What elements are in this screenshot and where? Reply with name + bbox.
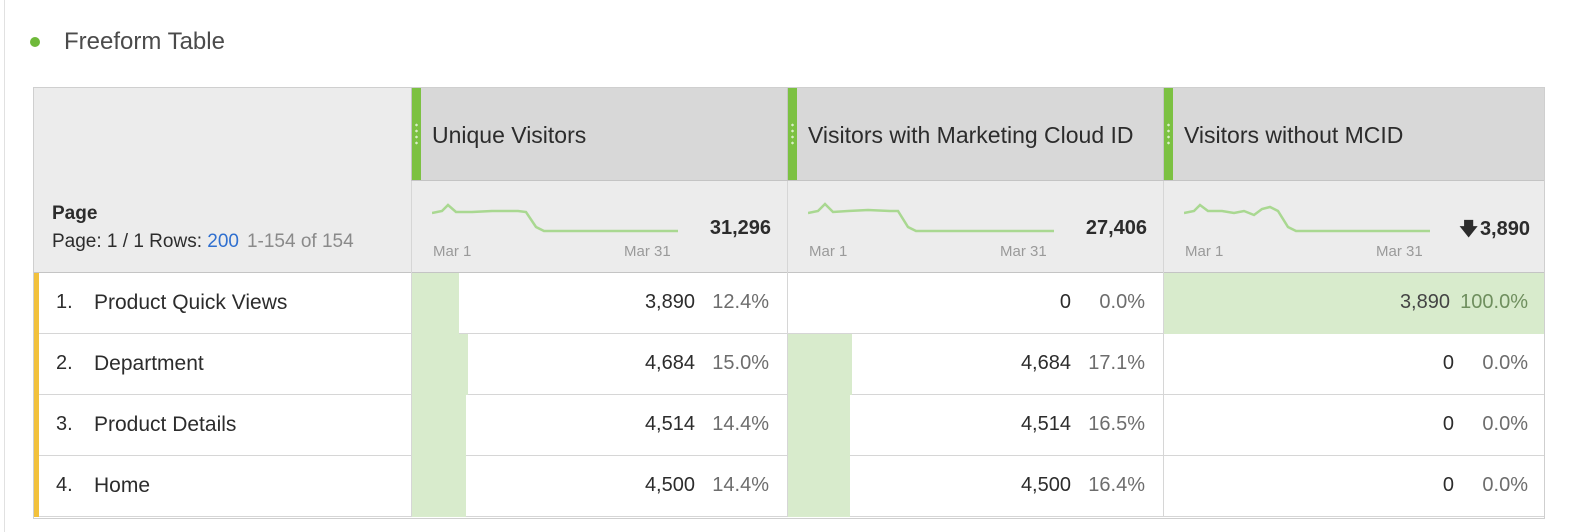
pagination-text: Page: 1 / 1 Rows: bbox=[52, 231, 208, 252]
summary-cell-unique-visitors: Mar 1 Mar 31 31,296 bbox=[412, 181, 788, 273]
metric-cell[interactable]: 3,890 12.4% bbox=[412, 273, 788, 334]
row-label[interactable]: Department bbox=[94, 352, 204, 376]
percent-bar bbox=[412, 334, 468, 395]
drag-handle-icon[interactable] bbox=[1164, 88, 1173, 180]
cell-value: 0 bbox=[1442, 413, 1454, 435]
metric-cell[interactable]: 4,514 16.5% bbox=[788, 395, 1164, 456]
column-total: 27,406 bbox=[1085, 217, 1147, 239]
table-header-row: Unique Visitors Visitors with Marketing … bbox=[34, 88, 1544, 181]
column-header-label: Visitors without MCID bbox=[1184, 122, 1404, 148]
sparkline-start-label: Mar 1 bbox=[809, 243, 848, 260]
metric-cell[interactable]: 0 0.0% bbox=[1164, 456, 1544, 517]
cell-percent: 15.0% bbox=[712, 352, 769, 374]
table-summary-row: Page Page: 1 / 1 Rows: 200 1-154 of 154 M… bbox=[34, 181, 1544, 273]
metric-cell[interactable]: 3,890 100.0% bbox=[1164, 273, 1544, 334]
cell-value: 4,514 bbox=[1020, 413, 1071, 435]
row-index: 1. bbox=[56, 291, 73, 313]
cell-percent: 14.4% bbox=[712, 413, 769, 435]
dimension-cell[interactable]: 2. Department bbox=[34, 334, 412, 395]
panel-header: Freeform Table bbox=[30, 28, 225, 56]
sparkline bbox=[432, 203, 678, 233]
cell-value: 4,684 bbox=[1020, 352, 1071, 374]
metric-cell[interactable]: 0 0.0% bbox=[788, 273, 1164, 334]
percent-bar bbox=[788, 334, 852, 395]
cell-value: 4,684 bbox=[644, 352, 695, 374]
cell-percent: 17.1% bbox=[1088, 352, 1145, 374]
cell-value: 4,514 bbox=[644, 413, 695, 435]
drag-handle-icon[interactable] bbox=[788, 88, 797, 180]
metric-cell[interactable]: 0 0.0% bbox=[1164, 395, 1544, 456]
sparkline-end-label: Mar 31 bbox=[624, 243, 671, 260]
sparkline-start-label: Mar 1 bbox=[433, 243, 472, 260]
sparkline bbox=[1184, 203, 1430, 233]
table-row[interactable]: 3. Product Details 4,514 14.4% 4,514 16.5% 0 0.… bbox=[34, 395, 1544, 456]
percent-bar bbox=[788, 395, 850, 456]
pagination-info: Page: 1 / 1 Rows: 200 1-154 of 154 bbox=[52, 231, 354, 253]
panel-title[interactable]: Freeform Table bbox=[64, 28, 225, 56]
table-row[interactable]: 2. Department 4,684 15.0% 4,684 17.1% 0 0.0% bbox=[34, 334, 1544, 395]
panel-left-edge bbox=[0, 0, 5, 532]
rows-per-page-link[interactable]: 200 bbox=[207, 231, 239, 252]
row-range-text: 1-154 of 154 bbox=[246, 231, 354, 252]
sparkline-end-label: Mar 31 bbox=[1376, 243, 1423, 260]
cell-percent: 0.0% bbox=[1482, 474, 1528, 496]
metric-cell[interactable]: 4,500 14.4% bbox=[412, 456, 788, 517]
metric-cell[interactable]: 4,514 14.4% bbox=[412, 395, 788, 456]
cell-percent: 16.4% bbox=[1088, 474, 1145, 496]
cell-value: 4,500 bbox=[644, 474, 695, 496]
percent-bar bbox=[412, 273, 459, 334]
cell-value: 4,500 bbox=[1020, 474, 1071, 496]
cell-percent: 0.0% bbox=[1099, 291, 1145, 313]
cell-value: 0 bbox=[1442, 352, 1454, 374]
table-row[interactable]: 1. Product Quick Views 3,890 12.4% 0 0.0% 3,89… bbox=[34, 273, 1544, 334]
percent-bar bbox=[412, 456, 466, 517]
cell-percent: 0.0% bbox=[1482, 413, 1528, 435]
drag-handle-icon[interactable] bbox=[412, 88, 421, 180]
dimension-name[interactable]: Page bbox=[52, 203, 97, 225]
column-header-label: Unique Visitors bbox=[432, 122, 587, 148]
sparkline-start-label: Mar 1 bbox=[1185, 243, 1224, 260]
panel-status-dot bbox=[30, 37, 40, 47]
cell-percent: 100.0% bbox=[1460, 291, 1528, 313]
dimension-cell[interactable]: 4. Home bbox=[34, 456, 412, 517]
metric-cell[interactable]: 4,684 17.1% bbox=[788, 334, 1164, 395]
freeform-table: Unique Visitors Visitors with Marketing … bbox=[33, 87, 1545, 519]
sparkline-end-label: Mar 31 bbox=[1000, 243, 1047, 260]
sparkline bbox=[808, 202, 1054, 233]
column-total: 31,296 bbox=[709, 217, 771, 239]
cell-value: 3,890 bbox=[1399, 291, 1450, 313]
dimension-header-blank bbox=[34, 88, 412, 181]
row-label[interactable]: Product Details bbox=[94, 413, 236, 437]
column-total: 🡇 3,890 bbox=[1459, 217, 1530, 247]
percent-bar bbox=[788, 456, 850, 517]
column-header-label: Visitors with Marketing Cloud ID bbox=[808, 122, 1134, 148]
cell-value: 3,890 bbox=[644, 291, 695, 313]
row-label[interactable]: Home bbox=[94, 474, 150, 498]
row-index: 2. bbox=[56, 352, 73, 374]
column-total-value: 3,890 bbox=[1479, 218, 1530, 240]
cell-percent: 14.4% bbox=[712, 474, 769, 496]
down-arrow-icon: 🡇 bbox=[1459, 219, 1478, 239]
row-index: 4. bbox=[56, 474, 73, 496]
cell-percent: 16.5% bbox=[1088, 413, 1145, 435]
cell-value: 0 bbox=[1059, 291, 1071, 313]
cell-percent: 0.0% bbox=[1482, 352, 1528, 374]
table-row[interactable]: 4. Home 4,500 14.4% 4,500 16.4% 0 0.0% bbox=[34, 456, 1544, 517]
metric-cell[interactable]: 0 0.0% bbox=[1164, 334, 1544, 395]
metric-cell[interactable]: 4,500 16.4% bbox=[788, 456, 1164, 517]
dimension-summary: Page Page: 1 / 1 Rows: 200 1-154 of 154 bbox=[34, 181, 412, 273]
column-header-visitors-with-mcid[interactable]: Visitors with Marketing Cloud ID bbox=[788, 88, 1164, 180]
column-header-unique-visitors[interactable]: Unique Visitors bbox=[412, 88, 788, 180]
cell-percent: 12.4% bbox=[712, 291, 769, 313]
summary-cell-visitors-with-mcid: Mar 1 Mar 31 27,406 bbox=[788, 181, 1164, 273]
column-header-visitors-without-mcid[interactable]: Visitors without MCID bbox=[1164, 88, 1544, 180]
percent-bar bbox=[412, 395, 466, 456]
summary-cell-visitors-without-mcid: Mar 1 Mar 31 🡇 3,890 bbox=[1164, 181, 1544, 273]
dimension-cell[interactable]: 3. Product Details bbox=[34, 395, 412, 456]
metric-cell[interactable]: 4,684 15.0% bbox=[412, 334, 788, 395]
row-index: 3. bbox=[56, 413, 73, 435]
row-label[interactable]: Product Quick Views bbox=[94, 291, 287, 315]
dimension-cell[interactable]: 1. Product Quick Views bbox=[34, 273, 412, 334]
cell-value: 0 bbox=[1442, 474, 1454, 496]
